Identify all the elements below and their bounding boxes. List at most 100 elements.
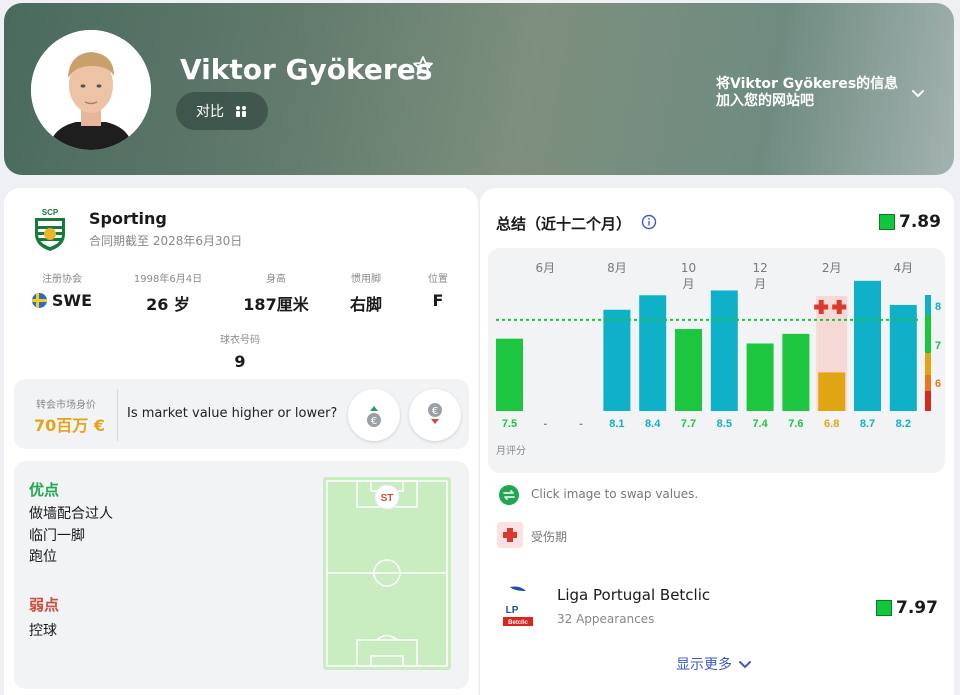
swap-hint: Click image to swap values. xyxy=(531,487,699,501)
swap-icon[interactable] xyxy=(498,484,520,506)
rating-bar xyxy=(746,343,774,411)
chevron-down-icon xyxy=(739,661,751,669)
club-logo[interactable]: SCP xyxy=(30,206,70,252)
bar-value-label: 8.4 xyxy=(645,418,661,430)
league-logo-sub: Betclic xyxy=(508,620,528,626)
rating-bar xyxy=(639,295,667,411)
bar-value-label: - xyxy=(543,418,547,430)
show-more-label: 显示更多 xyxy=(676,657,732,673)
sweden-flag-icon xyxy=(32,293,47,308)
rating-color-square xyxy=(876,600,892,616)
rating-bar xyxy=(782,333,810,411)
monthly-rating-chart-box[interactable]: 7.5- -8.1 8.4 7.7 8.5 7.4 7.6 6.8 8.7 8.2 6月 8月 10 月 1… xyxy=(488,248,945,473)
info-value: 9 xyxy=(234,352,246,371)
market-value[interactable]: 70百万 € xyxy=(34,412,105,436)
league-name[interactable]: Liga Portugal Betclic xyxy=(557,586,710,604)
info-shirt: 球衣号码 9 xyxy=(210,331,270,371)
monthly-rating-chart[interactable]: 7.5- -8.1 8.4 7.7 8.5 7.4 7.6 6.8 8.7 8.26月 8月 10月1… xyxy=(488,248,945,473)
info-height: 身高 187厘米 xyxy=(236,270,316,315)
month-label: 6月 xyxy=(535,261,555,275)
injury-legend-label: 受伤期 xyxy=(531,530,568,544)
bar-value-label: 7.5 xyxy=(502,418,517,430)
info-foot: 惯用脚 右脚 xyxy=(336,270,396,315)
euro-down-icon: € xyxy=(428,403,442,424)
info-label: 身高 xyxy=(266,274,286,285)
player-header: Viktor Gyökeres 对比 将Viktor Gyökeres的信息加入… xyxy=(4,3,954,175)
info-label: 球衣号码 xyxy=(220,335,260,346)
svg-text:€: € xyxy=(432,406,438,417)
chevron-down-icon[interactable] xyxy=(910,85,926,101)
rating-bar xyxy=(710,290,738,411)
rating-bar xyxy=(496,338,523,411)
rating-bar xyxy=(603,309,631,411)
player-name: Viktor Gyökeres xyxy=(180,53,433,86)
player-avatar xyxy=(31,30,151,150)
month-label: 月 xyxy=(682,277,694,291)
month-label: 4月 xyxy=(893,261,913,275)
league-logo[interactable]: LP Betclic xyxy=(500,585,536,629)
vote-higher-button[interactable]: € xyxy=(348,389,400,441)
info-label: 注册协会 xyxy=(42,274,82,285)
chart-ylabel: 月评分 xyxy=(496,445,526,457)
show-more-button[interactable]: 显示更多 xyxy=(676,654,752,674)
vote-lower-button[interactable]: € xyxy=(409,389,461,441)
info-label: 位置 xyxy=(428,274,448,285)
bar-value-label: 7.4 xyxy=(752,418,768,430)
month-label: 月 xyxy=(754,277,766,291)
summary-title: 总结（近十二个月） xyxy=(496,215,632,233)
position-badge: ST xyxy=(381,493,394,504)
star-icon[interactable] xyxy=(411,54,435,78)
injury-icon xyxy=(497,522,523,548)
info-icon[interactable] xyxy=(641,214,657,230)
info-value: 187厘米 xyxy=(243,295,309,314)
bar-value-label: 8.2 xyxy=(896,418,911,430)
svg-text:€: € xyxy=(371,416,377,427)
rating-bar xyxy=(818,372,846,411)
market-value-box: 转会市场身价 70百万 € Is market value higher or … xyxy=(14,379,469,449)
injury-cross-icon xyxy=(814,304,829,310)
compare-button[interactable]: 对比 xyxy=(176,92,268,130)
strength-item: 做墙配合过人 xyxy=(29,506,113,522)
traits-box: 优点 做墙配合过人 临门一脚 跑位 弱点 控球 ST xyxy=(14,461,469,689)
info-value: SWE xyxy=(51,291,92,310)
info-value: 右脚 xyxy=(349,295,382,314)
compare-icon xyxy=(236,106,246,117)
info-value: 26 岁 xyxy=(146,295,190,314)
scale-tick-label: 8 xyxy=(935,301,941,313)
strengths-title: 优点 xyxy=(29,481,60,499)
month-label: 2月 xyxy=(822,261,842,275)
month-label: 12 xyxy=(752,261,767,275)
bar-value-label: - xyxy=(579,418,583,430)
summary-rating-value: 7.89 xyxy=(899,212,941,232)
league-rating: 7.97 xyxy=(876,598,938,618)
scale-band xyxy=(925,295,931,315)
contract-expiry: 合同期截至 2028年6月30日 xyxy=(89,234,243,248)
strength-item: 跑位 xyxy=(29,549,57,565)
info-position: 位置 F xyxy=(418,270,458,310)
compare-label: 对比 xyxy=(196,104,224,120)
club-logo-text: SCP xyxy=(42,208,59,217)
euro-up-icon: € xyxy=(367,406,381,427)
strength-item: 临门一脚 xyxy=(29,528,85,544)
injury-cross-icon xyxy=(832,304,847,310)
position-pitch: ST xyxy=(323,477,451,670)
embed-widget-text[interactable]: 将Viktor Gyökeres的信息加入您的网站吧 xyxy=(716,76,906,110)
rating-color-square xyxy=(879,214,895,230)
info-label: 1998年6月4日 xyxy=(133,274,203,285)
league-rating-value: 7.97 xyxy=(896,598,938,618)
bar-value-label: 7.6 xyxy=(788,418,803,430)
scale-band xyxy=(925,315,931,353)
info-value: F xyxy=(432,291,444,310)
bar-value-label: 7.7 xyxy=(681,418,696,430)
club-name[interactable]: Sporting xyxy=(89,209,167,228)
month-label: 8月 xyxy=(607,261,627,275)
scale-tick-label: 7 xyxy=(935,340,941,352)
month-label: 10 xyxy=(681,261,696,275)
rating-bar xyxy=(675,329,702,411)
scale-band xyxy=(925,391,931,411)
rating-bar xyxy=(854,280,881,411)
bar-value-label: 8.5 xyxy=(717,418,732,430)
summary-rating: 7.89 xyxy=(879,212,941,232)
bar-value-label: 6.8 xyxy=(824,418,839,430)
league-logo-text: LP xyxy=(506,605,519,616)
